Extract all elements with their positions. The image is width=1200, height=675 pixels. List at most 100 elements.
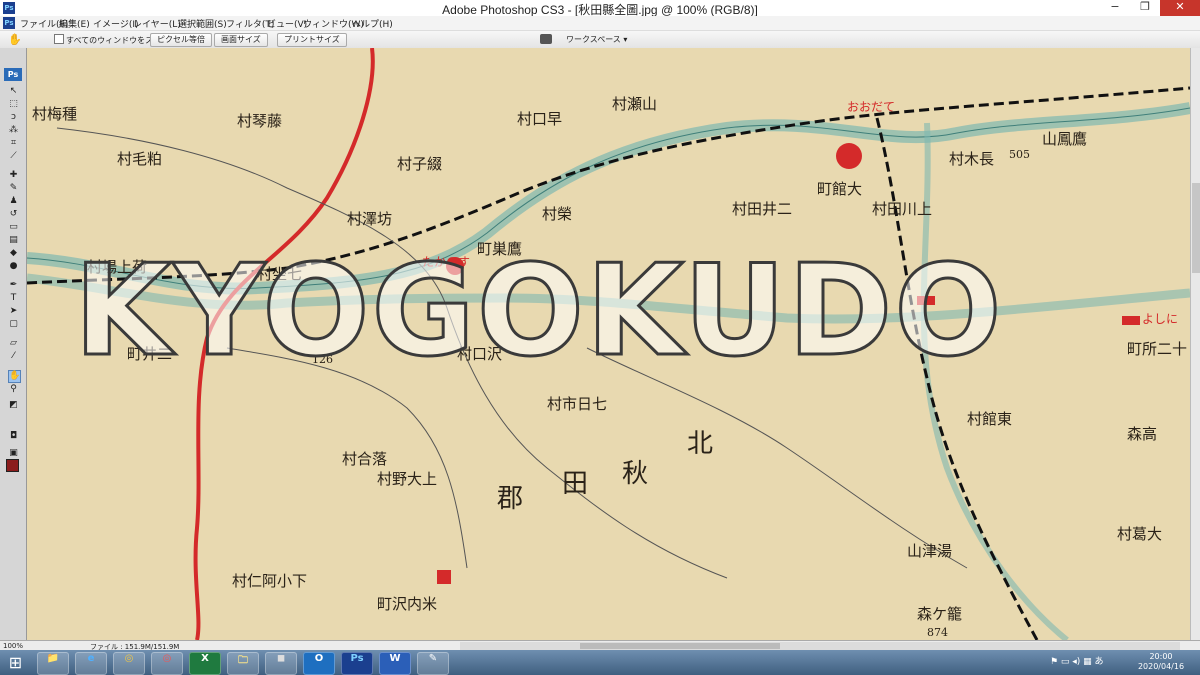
shape-tool-icon[interactable]: ▢ (8, 319, 19, 330)
ps-logo: Ps (4, 68, 22, 81)
horizontal-scroll-thumb[interactable] (580, 643, 780, 649)
map-label: 町沢内米 (377, 595, 438, 613)
taskbar-folder-icon[interactable]: 🗀 (227, 652, 259, 675)
hand-tool-icon[interactable]: ✋ (8, 33, 22, 46)
map-label: 村琴藤 (237, 112, 283, 130)
print-size-button[interactable]: プリントサイズ (277, 33, 347, 47)
map-label: 村市日七 (547, 395, 608, 413)
stamp-tool-icon[interactable]: ♟ (8, 196, 19, 207)
taskbar-photoshop-icon[interactable]: Ps (341, 652, 373, 675)
map-label: 村館東 (967, 410, 1013, 428)
horizontal-scrollbar[interactable] (460, 642, 1180, 650)
menu-edit[interactable]: 編集(E) (59, 17, 90, 30)
actual-pixels-button[interactable]: ピクセル等倍 (150, 33, 212, 47)
clock-date: 2020/04/16 (1137, 662, 1185, 671)
menu-view[interactable]: ビュー(V) (267, 17, 307, 30)
history-brush-icon[interactable]: ↺ (8, 209, 19, 220)
taskbar-outlook-icon[interactable]: O (303, 652, 335, 675)
taskbar-explorer-icon[interactable]: 📁 (37, 652, 69, 675)
eyedropper-tool-icon[interactable]: ⁄ (8, 351, 19, 362)
map-label: 村木長 (949, 150, 995, 168)
zoom-tool-icon[interactable]: ⚲ (8, 384, 19, 395)
taskbar-clock[interactable]: 20:00 2020/04/16 (1128, 652, 1194, 672)
watermark-text: KYOGOKUDO (72, 236, 1004, 386)
station-name-red: よしに (1142, 312, 1179, 326)
taskbar-chrome2-icon[interactable]: ◎ (151, 652, 183, 675)
map-label: 村仁阿小下 (232, 572, 308, 590)
map-label: 村合落 (342, 450, 388, 468)
menu-image[interactable]: イメージ(I) (93, 17, 139, 30)
station-odate (836, 143, 862, 169)
clock-time: 20:00 (1149, 652, 1173, 661)
windows-taskbar: ⊞ 📁 e ◎ ◎ X 🗀 ◼ O Ps W ✎ ⚑ ▭ ◂) ▦ あ 20:0… (0, 650, 1200, 675)
minimize-button[interactable]: − (1100, 0, 1130, 16)
map-label: 山津湯 (907, 542, 953, 560)
hand-tool-selected-icon[interactable]: ✋ (8, 370, 21, 383)
map-label: 村田井二 (732, 200, 793, 218)
close-button[interactable]: ✕ (1160, 0, 1200, 16)
menu-help[interactable]: ヘルプ(H) (352, 17, 393, 30)
brush-tool-icon[interactable]: ✎ (8, 183, 19, 194)
start-button[interactable]: ⊞ (6, 653, 25, 672)
vertical-scrollbar[interactable] (1190, 48, 1200, 640)
workspace-dropdown[interactable]: ワークスペース ▾ (566, 34, 627, 45)
map-label: 村葛大 (1117, 525, 1163, 543)
elevation-label: 874 (927, 626, 948, 639)
notes-tool-icon[interactable]: ▱ (8, 338, 19, 349)
district-label: 秋 (622, 459, 649, 489)
taskbar-app-icon[interactable]: ◼ (265, 652, 297, 675)
vertical-scroll-thumb[interactable] (1192, 183, 1200, 273)
screen-mode-icon[interactable]: ▣ (8, 448, 19, 459)
crop-tool-icon[interactable]: ⌗ (8, 138, 19, 149)
healing-brush-icon[interactable]: ✚ (8, 170, 19, 181)
ps-menu-icon[interactable]: Ps (3, 17, 15, 29)
window-titlebar: Ps Adobe Photoshop CS3 - [秋田縣全圖.jpg @ 10… (0, 0, 1200, 17)
fit-screen-button[interactable]: 画面サイズ (214, 33, 268, 47)
map-label: 森高 (1127, 425, 1158, 443)
elevation-label: 505 (1009, 148, 1030, 161)
map-label: 村田川上 (872, 200, 933, 218)
options-bar: ✋ すべてのウィンドウをスクロール ピクセル等倍 画面サイズ プリントサイズ ワ… (0, 31, 1200, 49)
taskbar-paint-icon[interactable]: ✎ (417, 652, 449, 675)
lasso-tool-icon[interactable]: ↄ (8, 112, 19, 123)
map-label: 村榮 (542, 205, 573, 223)
foreground-color-swatch[interactable] (6, 459, 19, 472)
blur-tool-icon[interactable]: ◆ (8, 248, 19, 259)
path-select-icon[interactable]: ➤ (8, 306, 19, 317)
toolbox-panel: Ps ↖ ⬚ ↄ ⁂ ⌗ ⟋ ✚ ✎ ♟ ↺ ▭ ▤ ◆ ● ✒ T ➤ ▢ ▱… (0, 48, 27, 640)
checkbox-icon (54, 34, 64, 44)
gradient-tool-icon[interactable]: ▤ (8, 235, 19, 246)
menu-layer[interactable]: レイヤー(L) (133, 17, 181, 30)
slice-tool-icon[interactable]: ⟋ (8, 151, 19, 162)
menu-select[interactable]: 選択範囲(S) (178, 17, 227, 30)
taskbar-excel-icon[interactable]: X (189, 652, 221, 675)
move-tool-icon[interactable]: ↖ (8, 86, 19, 97)
station-mark-4 (437, 570, 451, 584)
station-mark-3 (1122, 316, 1140, 325)
map-label: 村梅種 (32, 105, 78, 123)
menu-bar: Ps ファイル(F) 編集(E) イメージ(I) レイヤー(L) 選択範囲(S)… (0, 16, 1200, 31)
zoom-level[interactable]: 100% (3, 642, 23, 650)
maximize-button[interactable]: ❐ (1130, 0, 1160, 16)
map-label: 村子綴 (397, 155, 443, 173)
dodge-tool-icon[interactable]: ● (8, 261, 19, 272)
type-tool-icon[interactable]: T (8, 293, 19, 304)
quick-mask-icon[interactable]: ◘ (8, 431, 19, 442)
map-label: 村瀬山 (612, 95, 658, 113)
magic-wand-tool-icon[interactable]: ⁂ (8, 125, 19, 136)
eraser-tool-icon[interactable]: ▭ (8, 222, 19, 233)
document-canvas[interactable]: 村梅種 村琴藤 村毛粕 村子綴 村口早 村瀬山 村澤坊 町巣鷹 村場上荷 村坐七… (27, 48, 1190, 640)
taskbar-chrome-icon[interactable]: ◎ (113, 652, 145, 675)
workspace-icon[interactable] (540, 34, 552, 44)
map-label: 町所二十 (1127, 340, 1188, 358)
marquee-tool-icon[interactable]: ⬚ (8, 99, 19, 110)
map-label: 村毛粕 (117, 150, 163, 168)
pen-tool-icon[interactable]: ✒ (8, 280, 19, 291)
taskbar-word-icon[interactable]: W (379, 652, 411, 675)
default-colors-icon[interactable]: ◩ (8, 400, 19, 411)
system-tray[interactable]: ⚑ ▭ ◂) ▦ あ (1050, 654, 1104, 667)
taskbar-ie-icon[interactable]: e (75, 652, 107, 675)
district-label: 郡 (497, 484, 524, 514)
map-label: 町館大 (817, 180, 863, 198)
map-label: 山鳳鷹 (1042, 130, 1088, 148)
